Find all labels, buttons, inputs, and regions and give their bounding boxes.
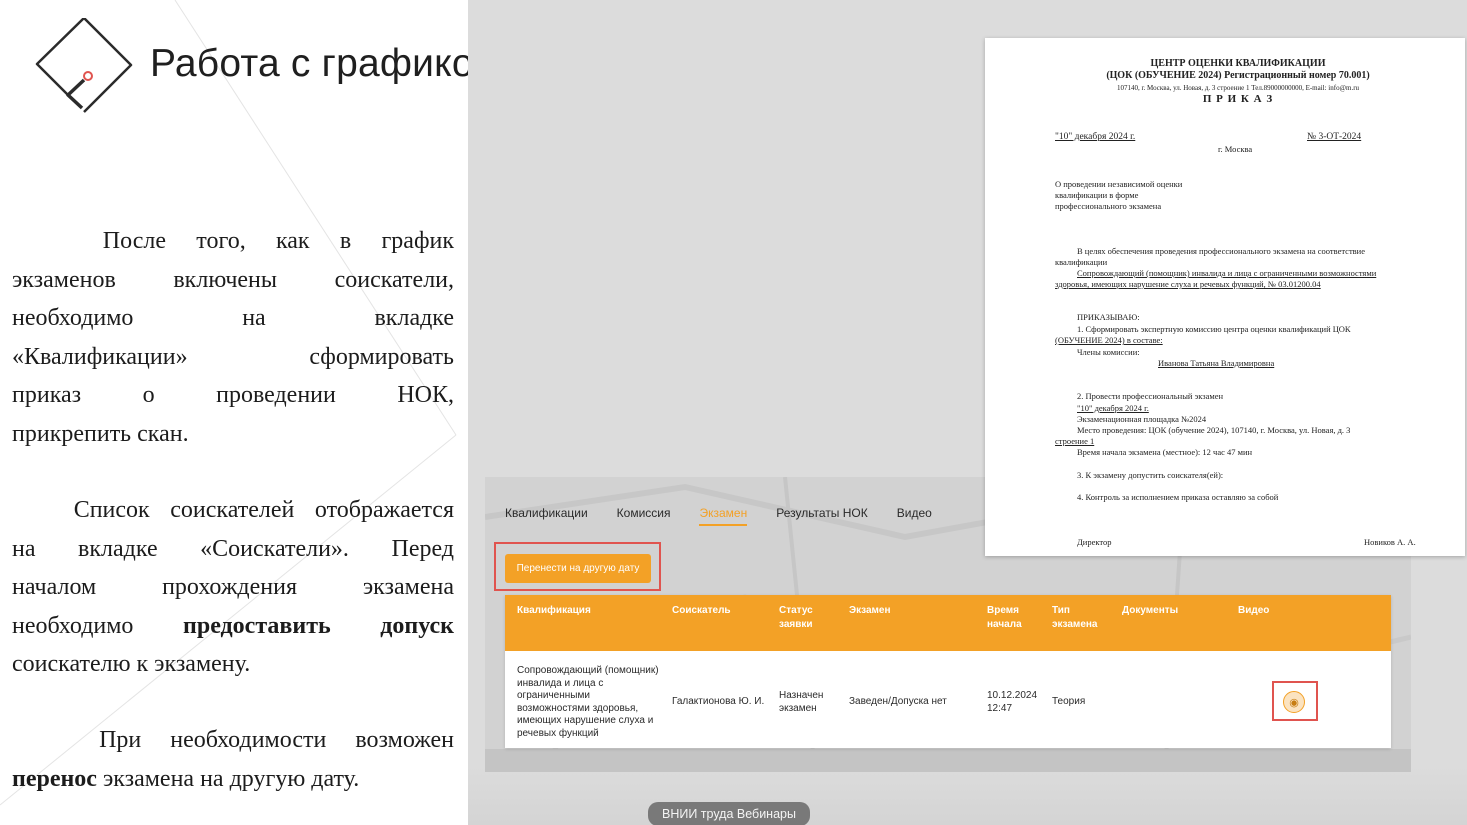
page-title: Работа с графиком экзаменов <box>150 42 468 85</box>
doc-item: 3. К экзамену допустить соискателя(ей): <box>1077 470 1224 480</box>
doc-member-name: Иванова Татьяна Владимировна <box>1158 358 1275 368</box>
doc-purpose: здоровья, имеющих нарушение слуха и рече… <box>1055 279 1321 289</box>
cell-qualification: Сопровождающий (помощник) инвалида и лиц… <box>517 665 659 739</box>
tab-qualifications[interactable]: Квалификации <box>505 506 588 520</box>
doc-address: 107140, г. Москва, ул. Новая, д. 3 строе… <box>1116 84 1360 92</box>
doc-item: Место проведения: ЦОК (обучение 2024), 1… <box>1077 425 1351 435</box>
doc-subject: профессионального экзамена <box>1055 201 1162 211</box>
paragraph-schedule: После того, как в график экзаменов включ… <box>12 228 455 447</box>
doc-org-reg: (ЦОК (ОБУЧЕНИЕ 2024) Регистрационный ном… <box>1106 70 1370 81</box>
doc-subject: О проведении независимой оценки <box>1055 179 1183 189</box>
doc-item: Экзаменационная площадка №2024 <box>1077 414 1207 424</box>
paragraph-reschedule: При необходимости возможен перенос экзам… <box>12 727 455 792</box>
cell-start-time: 10.12.2024 12:47 <box>987 690 1038 714</box>
col-start-time: Время начала <box>987 605 1022 630</box>
doc-purpose: квалификации <box>1055 257 1108 267</box>
exam-table: Квалификация Соискатель Статус заявки Эк… <box>505 595 1391 748</box>
table-header: Квалификация Соискатель Статус заявки Эк… <box>505 595 1391 651</box>
doc-purpose: В целях обеспечения проведения профессио… <box>1077 246 1365 256</box>
doc-title: П Р И К А З <box>1202 93 1274 105</box>
order-document: ЦЕНТР ОЦЕНКИ КВАЛИФИКАЦИИ (ЦОК (ОБУЧЕНИЕ… <box>985 38 1465 556</box>
cell-candidate: Галактионова Ю. И. <box>672 696 765 707</box>
slide-text-panel: Работа с графиком экзаменов После того, … <box>0 0 468 825</box>
cell-status: Назначен экзамен <box>779 690 824 714</box>
tab-commission[interactable]: Комиссия <box>617 506 671 520</box>
doc-director-name: Новиков А. А. <box>1364 537 1416 547</box>
doc-city: г. Москва <box>1218 144 1253 154</box>
doc-order: ПРИКАЗЫВАЮ: <box>1077 312 1140 322</box>
doc-item: 4. Контроль за исполнением приказа остав… <box>1077 492 1279 502</box>
doc-date: "10" декабря 2024 г. <box>1055 132 1136 142</box>
doc-org-name: ЦЕНТР ОЦЕНКИ КВАЛИФИКАЦИИ <box>1150 58 1326 69</box>
doc-item: (ОБУЧЕНИЕ 2024) в составе: <box>1055 335 1163 345</box>
video-camera-icon[interactable]: ◉ <box>1283 691 1305 713</box>
webinar-watermark: ВНИИ труда Вебинары <box>648 802 810 825</box>
cell-exam: Заведен/Допуска нет <box>849 696 947 707</box>
doc-item: 2. Провести профессиональный экзамен <box>1077 391 1224 401</box>
doc-purpose: Сопровождающий (помощник) инвалида и лиц… <box>1077 268 1377 278</box>
doc-item: Время начала экзамена (местное): 12 час … <box>1077 447 1253 457</box>
col-exam-type: Тип экзамена <box>1052 605 1098 630</box>
logo-icon <box>35 18 133 113</box>
reschedule-button[interactable]: Перенести на другую дату <box>505 554 651 583</box>
doc-members: Члены комиссии: <box>1077 347 1140 357</box>
col-candidate: Соискатель <box>672 605 731 616</box>
paragraph-candidates: Список соискателей отображается на вклад… <box>12 497 455 677</box>
tab-exam[interactable]: Экзамен <box>699 506 747 526</box>
doc-item: "10" декабря 2024 г. <box>1077 403 1149 413</box>
col-documents: Документы <box>1122 605 1179 616</box>
tab-nok-results[interactable]: Результаты НОК <box>776 506 868 520</box>
doc-subject: квалификации в форме <box>1055 190 1139 200</box>
col-video: Видео <box>1238 605 1270 616</box>
col-exam: Экзамен <box>849 605 891 616</box>
exam-tabs: Квалификации Комиссия Экзамен Результаты… <box>505 506 961 526</box>
doc-item: строение 1 <box>1055 436 1095 446</box>
doc-director: Директор <box>1077 537 1112 547</box>
col-status: Статус заявки <box>779 605 813 630</box>
tab-video[interactable]: Видео <box>897 506 932 520</box>
col-qualification: Квалификация <box>517 605 591 616</box>
doc-number: № 3-ОТ-2024 <box>1307 132 1362 142</box>
cell-exam-type: Теория <box>1052 696 1086 707</box>
doc-item: 1. Сформировать экспертную комиссию цент… <box>1077 324 1351 334</box>
